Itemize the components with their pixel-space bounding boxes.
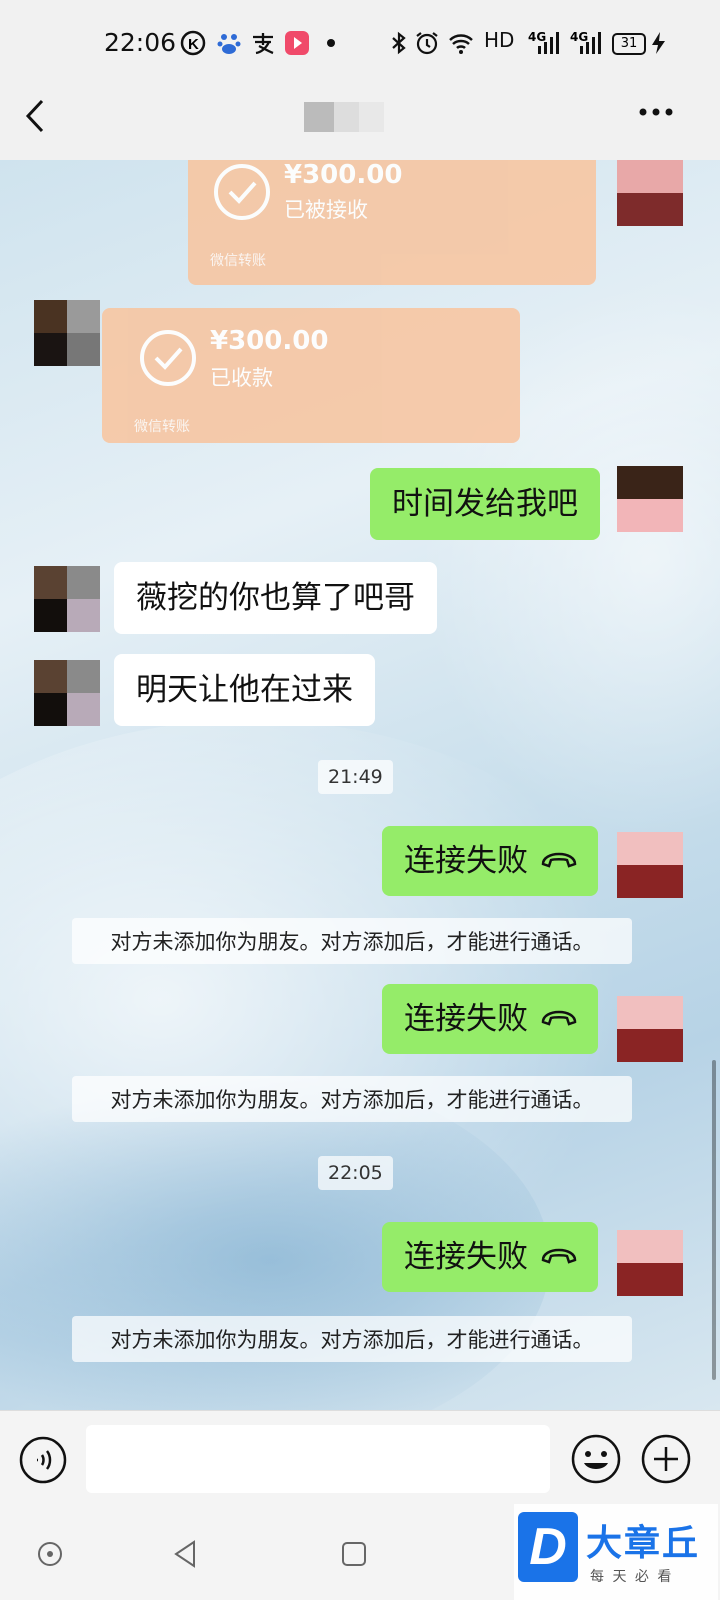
transfer-card-sent[interactable]: ¥300.00 已被接收 微信转账 (188, 160, 596, 285)
system-nav-bar: D 大章丘 每 天 必 看 (0, 1504, 720, 1600)
message-bubble-sent[interactable]: 时间发给我吧 (370, 468, 600, 540)
system-message: 对方未添加你为朋友。对方添加后，才能进行通话。 (72, 1316, 632, 1362)
transfer-footer: 微信转账 (210, 253, 266, 269)
watermark-slogan: 每 天 必 看 (590, 1569, 674, 1585)
message-bubble-received[interactable]: 薇挖的你也算了吧哥 (114, 562, 437, 634)
transfer-amount: ¥300.00 (210, 326, 329, 356)
transfer-amount: ¥300.00 (284, 160, 403, 190)
watermark-name: 大章丘 (586, 1523, 701, 1564)
plus-icon[interactable] (640, 1433, 692, 1485)
watermark-logo: D (518, 1512, 578, 1582)
alarm-icon (416, 32, 438, 55)
message-input[interactable] (86, 1425, 550, 1493)
check-circle-icon (140, 330, 196, 386)
phone-hangup-icon (541, 852, 577, 868)
avatar-contact[interactable] (34, 660, 100, 726)
avatar-self[interactable] (617, 1230, 683, 1296)
wifi-icon (449, 34, 473, 54)
baidu-icon (217, 34, 241, 54)
contact-name-blurred (304, 102, 384, 132)
signal-icon-2 (580, 32, 601, 54)
alipay-icon (253, 33, 274, 55)
scrollbar[interactable] (712, 1060, 716, 1380)
transfer-status: 已被接收 (284, 198, 368, 222)
assistant-icon[interactable] (36, 1540, 64, 1568)
avatar-self[interactable] (617, 996, 683, 1062)
check-circle-icon (214, 164, 270, 220)
call-bubble[interactable]: 连接失败 (382, 984, 598, 1054)
nav-back-icon[interactable] (170, 1538, 200, 1570)
input-bar (0, 1410, 720, 1511)
transfer-footer: 微信转账 (134, 419, 190, 435)
avatar-self[interactable] (617, 160, 683, 226)
call-bubble[interactable]: 连接失败 (382, 1222, 598, 1292)
call-bubble[interactable]: 连接失败 (382, 826, 598, 896)
chat-area[interactable]: ¥300.00 已被接收 微信转账 ¥300.00 已收款 微信转账 时间发给我… (0, 160, 720, 1410)
message-bubble-received[interactable]: 明天让他在过来 (114, 654, 375, 726)
timestamp: 21:49 (318, 760, 393, 794)
more-dots-icon[interactable] (638, 106, 674, 118)
chat-header (0, 88, 720, 160)
avatar-self[interactable] (617, 832, 683, 898)
voice-icon[interactable] (18, 1435, 68, 1485)
watermark: D 大章丘 每 天 必 看 (514, 1504, 718, 1600)
emoji-icon[interactable] (570, 1433, 622, 1485)
signal-icon (538, 32, 559, 54)
k-app-icon: K (180, 30, 206, 56)
svg-text:K: K (188, 36, 199, 53)
system-message: 对方未添加你为朋友。对方添加后，才能进行通话。 (72, 1076, 632, 1122)
call-status: 连接失败 (404, 1001, 528, 1037)
battery-icon: 31 (612, 33, 646, 55)
charging-icon (652, 32, 665, 54)
avatar-self[interactable] (617, 466, 683, 532)
call-status: 连接失败 (404, 1239, 528, 1275)
avatar-contact[interactable] (34, 566, 100, 632)
phone-hangup-icon (541, 1010, 577, 1026)
status-bar: 22:06 K HD 4G 4G 31 (0, 0, 720, 88)
system-message: 对方未添加你为朋友。对方添加后，才能进行通话。 (72, 918, 632, 964)
transfer-card-received[interactable]: ¥300.00 已收款 微信转账 (102, 308, 520, 443)
avatar-contact[interactable] (34, 300, 100, 366)
phone-hangup-icon (541, 1248, 577, 1264)
call-status: 连接失败 (404, 843, 528, 879)
bluetooth-icon (392, 31, 406, 55)
nav-home-icon[interactable] (340, 1540, 368, 1568)
hd-label: HD (484, 28, 515, 52)
clock: 22:06 (104, 28, 177, 57)
battery-level: 31 (620, 36, 638, 51)
dot-icon (327, 39, 335, 47)
transfer-status: 已收款 (210, 366, 273, 390)
timestamp: 22:05 (318, 1156, 393, 1190)
video-app-icon (285, 31, 309, 55)
back-chevron-icon[interactable] (22, 98, 48, 134)
